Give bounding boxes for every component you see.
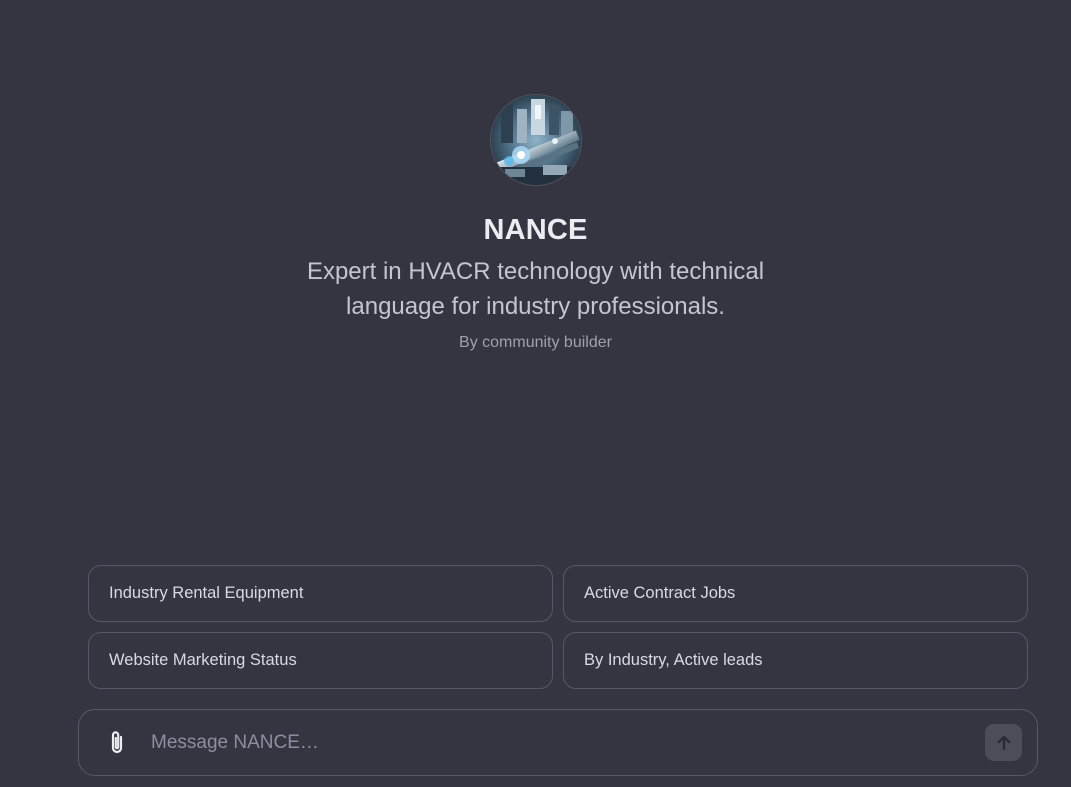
suggestion-button[interactable]: By Industry, Active leads [563,632,1028,689]
suggestion-button[interactable]: Active Contract Jobs [563,565,1028,622]
suggestion-grid: Industry Rental Equipment Active Contrac… [88,565,1028,689]
gpt-avatar [490,95,581,185]
suggestion-label: By Industry, Active leads [584,651,763,669]
message-input[interactable] [149,721,985,764]
arrow-up-icon [997,735,1010,750]
suggestion-label: Active Contract Jobs [584,584,736,602]
suggestion-button[interactable]: Industry Rental Equipment [88,565,553,622]
suggestion-label: Website Marketing Status [109,651,297,669]
gpt-description: Expert in HVACR technology with technica… [306,257,765,320]
message-composer [78,709,1038,776]
send-button[interactable] [985,724,1022,761]
attach-file-button[interactable] [103,727,131,759]
gpt-name: NANCE [483,214,588,246]
paperclip-icon [111,730,123,753]
gpt-intro: NANCE Expert in HVACR technology with te… [0,95,1071,352]
suggestion-button[interactable]: Website Marketing Status [88,632,553,689]
hvac-machinery-illustration [490,95,581,185]
gpt-author: By community builder [459,333,612,351]
suggestion-label: Industry Rental Equipment [109,584,304,602]
chat-page: NANCE Expert in HVACR technology with te… [0,0,1071,787]
